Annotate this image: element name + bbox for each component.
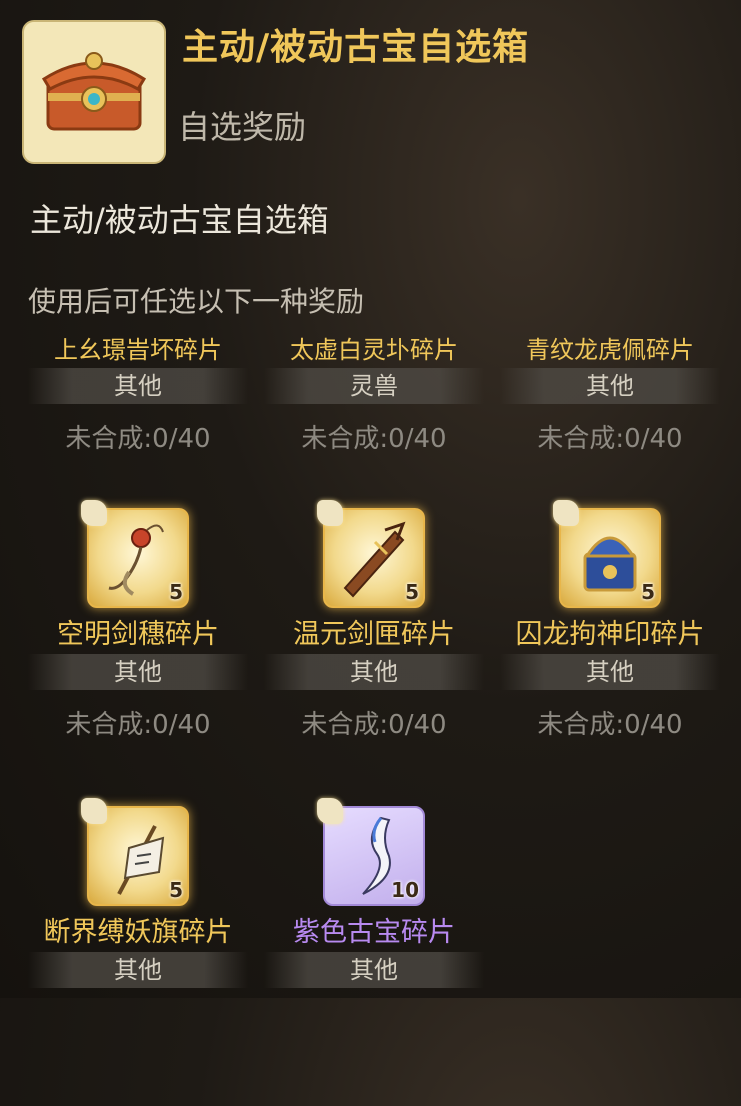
dragon-seal-icon: 5 xyxy=(553,500,661,608)
puzzle-piece-icon xyxy=(317,798,343,824)
reward-name: 上幺璟旹坏碎片 xyxy=(54,336,222,364)
puzzle-piece-icon xyxy=(81,500,107,526)
page-subtitle: 自选奖励 xyxy=(178,108,307,146)
reward-progress: 未合成:0/40 xyxy=(301,424,447,454)
treasure-chest-icon xyxy=(22,20,166,164)
sword-tassel-icon: 5 xyxy=(81,500,189,608)
reward-tag: 其他 xyxy=(264,952,484,988)
reward-name: 青纹龙虎佩碎片 xyxy=(526,336,694,364)
count-badge: 10 xyxy=(391,878,419,902)
purple-blade-icon: 10 xyxy=(317,798,425,906)
reward-name: 囚龙拘神印碎片 xyxy=(515,619,705,650)
reward-item[interactable]: 5 温元剑匣碎片 其他 未合成:0/40 xyxy=(256,500,492,808)
reward-name: 太虚白灵圤碎片 xyxy=(290,336,458,364)
count-badge: 5 xyxy=(641,580,655,604)
reward-progress: 未合成:0/40 xyxy=(65,710,211,740)
reward-progress: 未合成:0/40 xyxy=(65,424,211,454)
reward-item[interactable]: 5 囚龙拘神印碎片 其他 未合成:0/40 xyxy=(492,500,728,808)
reward-name: 紫色古宝碎片 xyxy=(293,917,455,948)
reward-item[interactable]: 5 断界缚妖旗碎片 其他 xyxy=(20,798,256,1106)
page-title: 主动/被动古宝自选箱 xyxy=(182,27,530,68)
banner-flag-icon: 5 xyxy=(81,798,189,906)
reward-progress: 未合成:0/40 xyxy=(301,710,447,740)
puzzle-piece-icon xyxy=(81,798,107,824)
reward-tag: 其他 xyxy=(500,368,720,404)
reward-name: 空明剑穗碎片 xyxy=(57,619,219,650)
reward-item[interactable]: 10 紫色古宝碎片 其他 xyxy=(256,798,492,1106)
item-name: 主动/被动古宝自选箱 xyxy=(30,201,329,239)
count-badge: 5 xyxy=(405,580,419,604)
reward-tag: 灵兽 xyxy=(264,368,484,404)
reward-name: 断界缚妖旗碎片 xyxy=(43,917,233,948)
reward-description: 使用后可任选以下一种奖励 xyxy=(28,285,365,318)
puzzle-piece-icon xyxy=(553,500,579,526)
reward-name: 温元剑匣碎片 xyxy=(293,619,455,650)
count-badge: 5 xyxy=(169,580,183,604)
count-badge: 5 xyxy=(169,878,183,902)
reward-tag: 其他 xyxy=(28,654,248,690)
puzzle-piece-icon xyxy=(317,500,343,526)
reward-tag: 其他 xyxy=(500,654,720,690)
reward-tag: 其他 xyxy=(264,654,484,690)
sword-case-icon: 5 xyxy=(317,500,425,608)
reward-tag: 其他 xyxy=(28,368,248,404)
reward-tag: 其他 xyxy=(28,952,248,988)
reward-progress: 未合成:0/40 xyxy=(537,424,683,454)
reward-item[interactable]: 5 空明剑穗碎片 其他 未合成:0/40 xyxy=(20,500,256,808)
reward-progress: 未合成:0/40 xyxy=(537,710,683,740)
